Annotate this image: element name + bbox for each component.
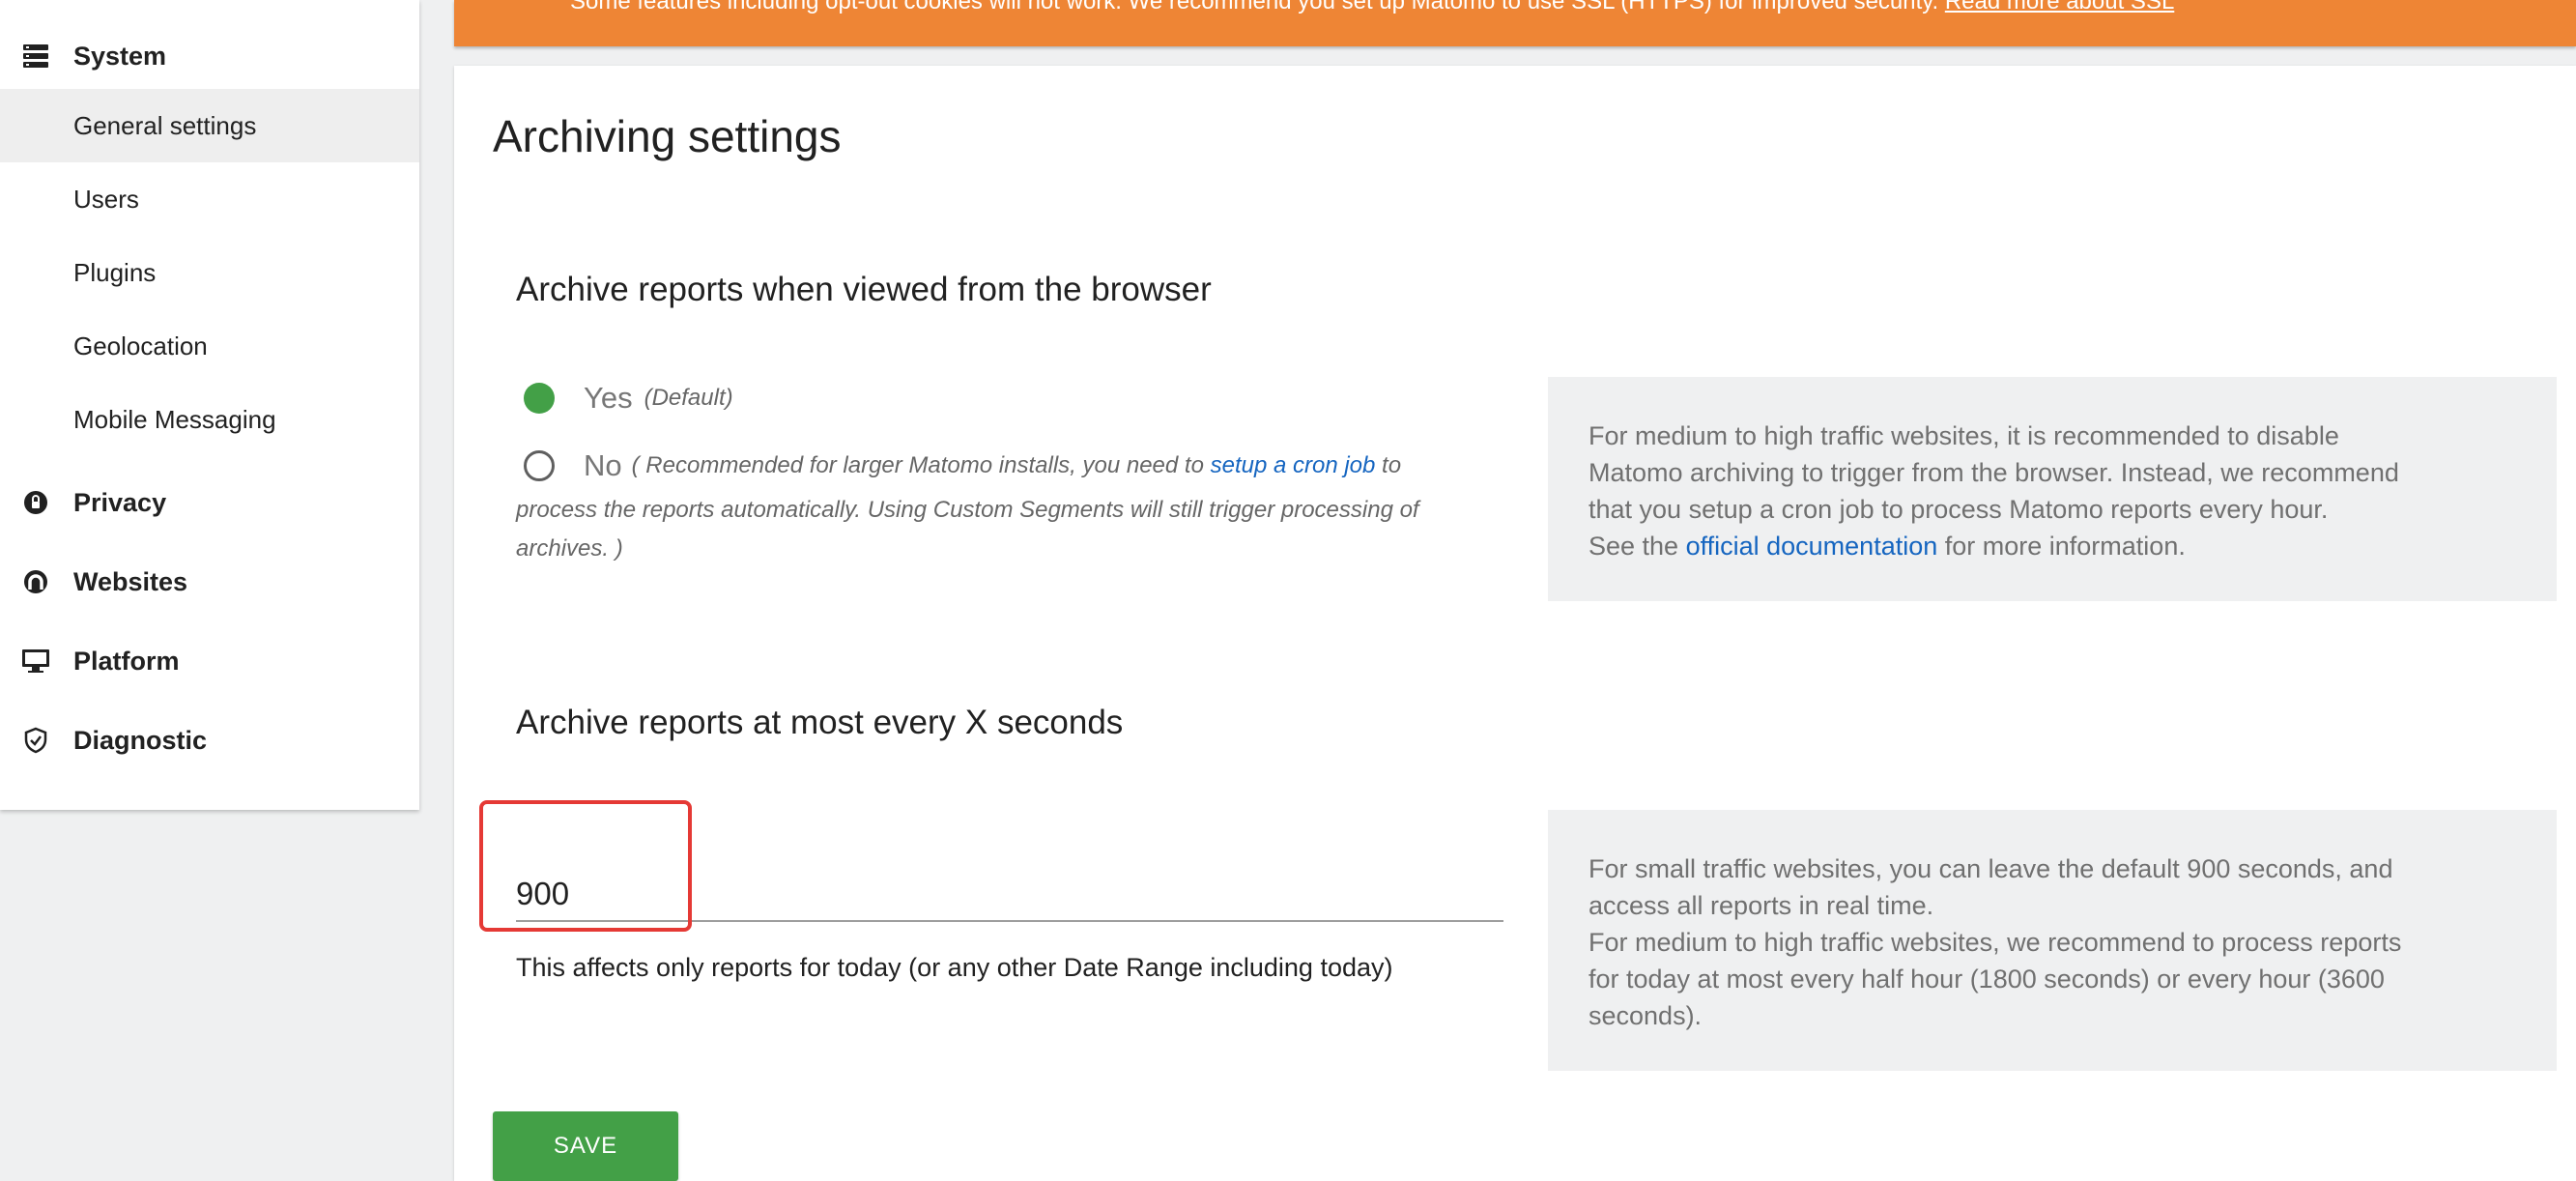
sidebar-item-label: Mobile Messaging [73, 404, 276, 434]
page: System General settings Users Plugins Ge… [0, 0, 2576, 1181]
radio-no-description: process the reports automatically. Using… [516, 491, 1482, 568]
banner-link[interactable]: Read more about SSL [1945, 0, 2174, 14]
sidebar-item-label: Plugins [73, 257, 157, 287]
sidebar-item-general-settings[interactable]: General settings [0, 89, 419, 162]
browser-archiving-title: Archive reports when viewed from the bro… [516, 271, 1212, 308]
radio-no-description-end: archives. ) [516, 535, 623, 562]
help-line: for today at most every half hour (1800 … [1589, 965, 2385, 994]
sidebar-section-label: Privacy [73, 487, 167, 517]
sidebar-item-label: General settings [73, 110, 257, 140]
radio-yes-checked-icon[interactable] [524, 383, 555, 414]
radio-no-unchecked-icon[interactable] [524, 450, 555, 481]
privacy-icon [21, 488, 50, 517]
archiving-settings-card: Archiving settings Archive reports when … [454, 66, 2576, 1181]
banner-text: Some features including opt-out cookies … [570, 0, 2174, 15]
page-title: Archiving settings [493, 111, 842, 161]
setup-cron-job-link[interactable]: setup a cron job [1211, 452, 1376, 478]
radio-no-label: No [584, 448, 622, 482]
sidebar-section-label: System [73, 41, 167, 71]
radio-no[interactable]: No ( Recommended for larger Matomo insta… [516, 448, 1401, 483]
sidebar-section-diagnostic[interactable]: Diagnostic [0, 711, 419, 769]
help-line: See the official documentation for more … [1589, 528, 2516, 564]
browser-archiving-help: For medium to high traffic websites, it … [1548, 377, 2557, 601]
help-line-text: for more information. [1937, 532, 2186, 561]
radio-no-note-after: to [1375, 452, 1402, 478]
sidebar-section-label: Websites [73, 566, 188, 596]
help-line: that you setup a cron job to process Mat… [1589, 495, 2329, 524]
radio-no-note: ( Recommended for larger Matomo installs… [631, 452, 1211, 478]
shield-check-icon [21, 726, 50, 755]
sidebar-item-users[interactable]: Users [0, 162, 419, 236]
server-icon [21, 42, 50, 71]
help-line: For medium to high traffic websites, it … [1589, 421, 2339, 450]
help-line: seconds). [1589, 1001, 1703, 1030]
help-line-text: See the [1589, 532, 1686, 561]
sidebar-item-label: Users [73, 184, 139, 214]
sidebar-section-platform[interactable]: Platform [0, 632, 419, 690]
sidebar-item-mobile-messaging[interactable]: Mobile Messaging [0, 383, 419, 456]
archive-interval-inline-help: This affects only reports for today (or … [516, 953, 1393, 982]
archive-interval-help: For small traffic websites, you can leav… [1548, 810, 2557, 1071]
monitor-icon [21, 647, 50, 676]
radio-yes[interactable]: Yes (Default) [516, 381, 733, 416]
official-documentation-link[interactable]: official documentation [1686, 532, 1938, 561]
archive-interval-title: Archive reports at most every X seconds [516, 704, 1124, 741]
help-line: For small traffic websites, you can leav… [1589, 854, 2393, 883]
save-button[interactable]: SAVE [493, 1111, 678, 1181]
banner-message: Some features including opt-out cookies … [570, 0, 1939, 14]
radio-yes-label: Yes [584, 381, 633, 415]
sidebar-section-websites[interactable]: Websites [0, 553, 419, 611]
archive-interval-field [516, 868, 1503, 922]
admin-sidebar: System General settings Users Plugins Ge… [0, 0, 419, 810]
sidebar-item-plugins[interactable]: Plugins [0, 236, 419, 309]
sidebar-item-label: Geolocation [73, 331, 208, 360]
sidebar-section-system[interactable]: System [0, 27, 419, 85]
archive-interval-input[interactable] [516, 868, 1503, 922]
help-line: access all reports in real time. [1589, 891, 1934, 920]
help-line: Matomo archiving to trigger from the bro… [1589, 458, 2399, 487]
sidebar-item-geolocation[interactable]: Geolocation [0, 309, 419, 383]
radio-no-description-line: process the reports automatically. Using… [516, 497, 1419, 523]
sidebar-section-label: Platform [73, 646, 180, 676]
sidebar-section-label: Diagnostic [73, 725, 208, 755]
ssl-warning-banner: Some features including opt-out cookies … [454, 0, 2576, 46]
websites-icon [21, 567, 50, 596]
sidebar-section-privacy[interactable]: Privacy [0, 474, 419, 532]
radio-yes-note: (Default) [644, 385, 733, 411]
help-line: For medium to high traffic websites, we … [1589, 928, 2402, 957]
